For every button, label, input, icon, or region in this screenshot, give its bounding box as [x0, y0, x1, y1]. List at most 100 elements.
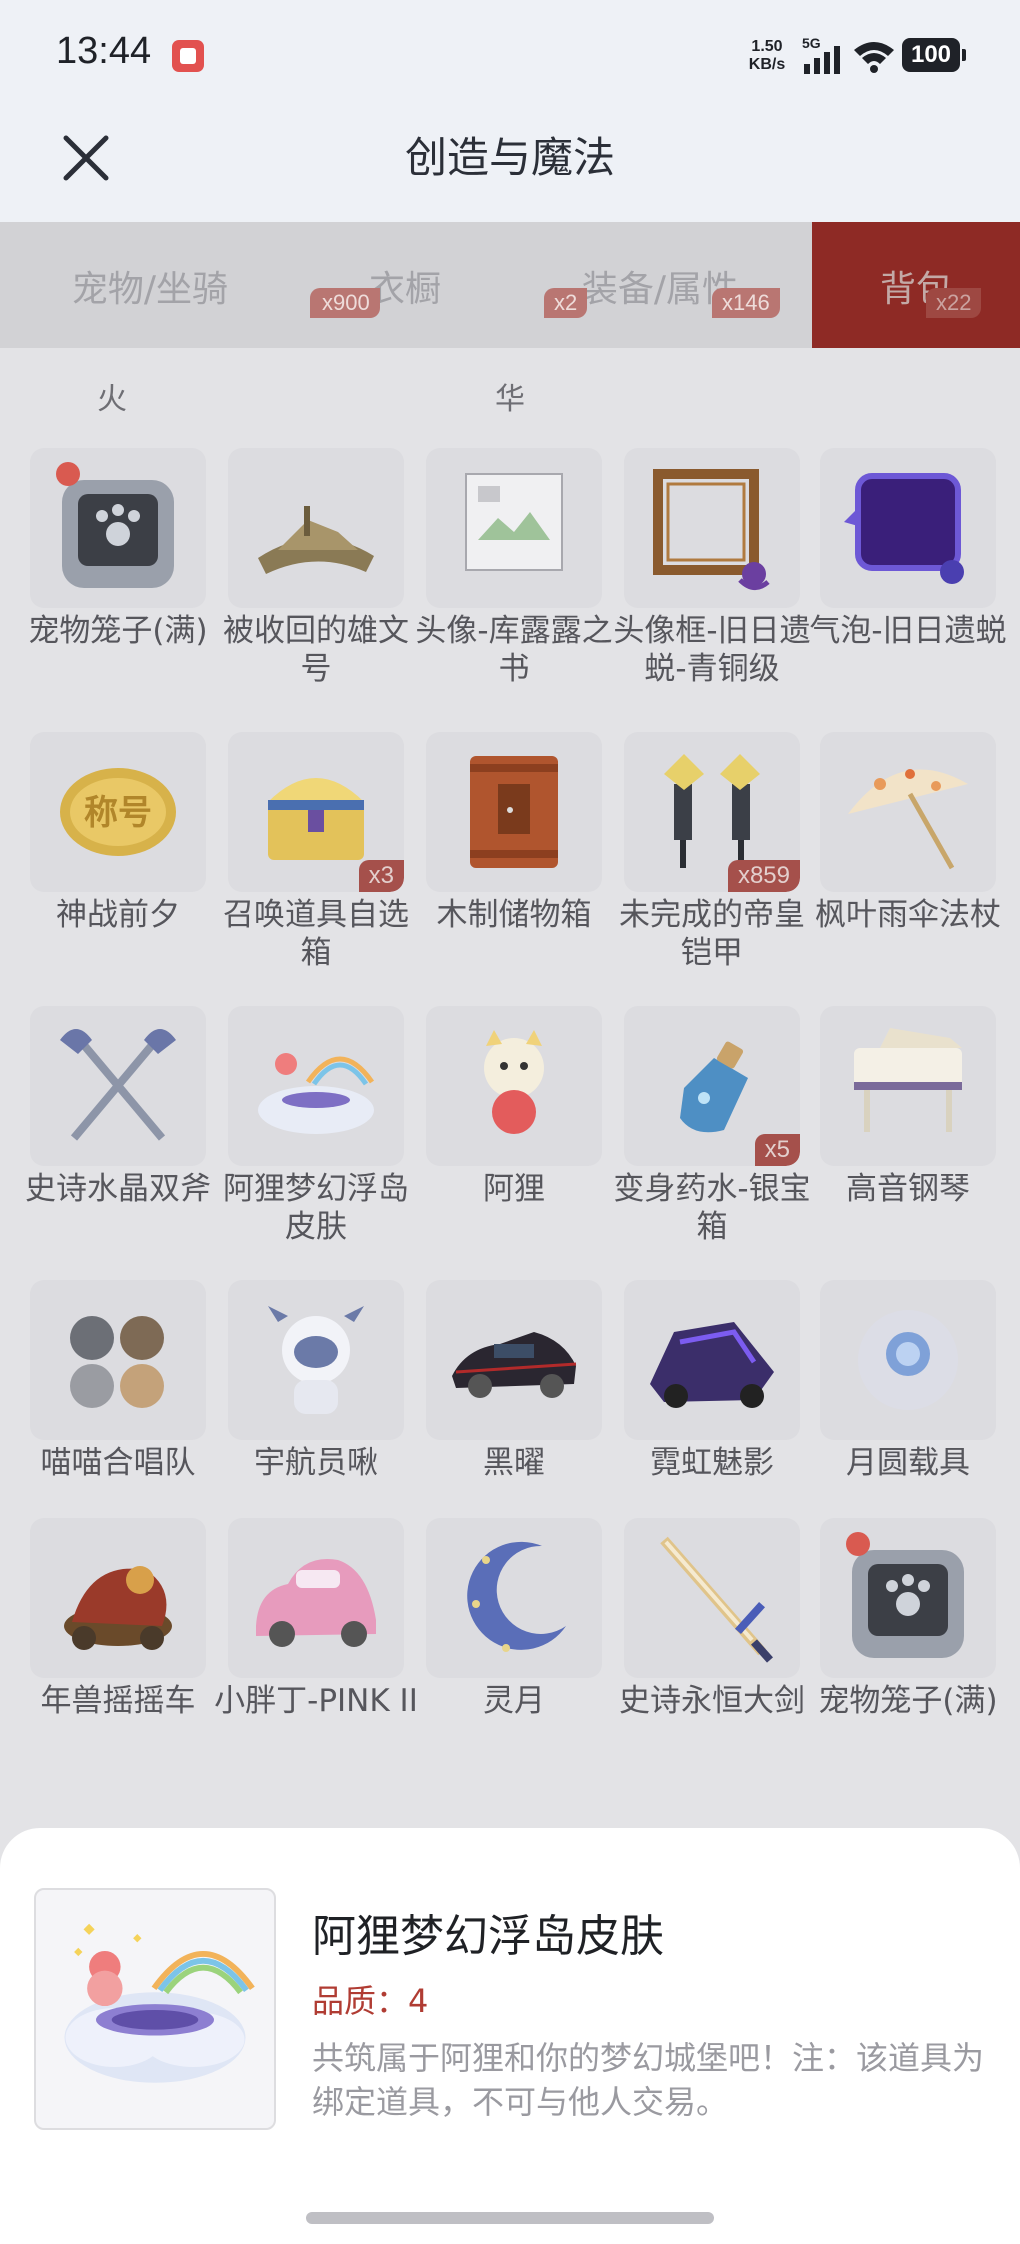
- item-label: 宠物笼子(满): [818, 1683, 998, 1719]
- item-label: 喵喵合唱队: [40, 1445, 196, 1481]
- chat-bubble-icon: [844, 473, 964, 584]
- crossed-axes-icon: [60, 1029, 176, 1141]
- tab-wardrobe[interactable]: 衣橱: [300, 222, 510, 348]
- item-card[interactable]: [228, 448, 404, 608]
- tab-count-backpack: x22: [926, 288, 982, 318]
- partial-item-row: 火 华: [0, 352, 1020, 417]
- item-label: 月圆载具: [846, 1445, 970, 1481]
- svg-text:5G: 5G: [802, 36, 821, 51]
- item-card[interactable]: [624, 448, 800, 608]
- item-card[interactable]: [820, 1518, 996, 1678]
- net-speed: 1.50 KB/s: [748, 38, 786, 73]
- tab-count-equipment: x146: [712, 288, 780, 318]
- item-card[interactable]: [426, 1280, 602, 1440]
- item-card[interactable]: [30, 1518, 206, 1678]
- item-card[interactable]: [228, 1006, 404, 1166]
- item-detail-sheet: 阿狸梦幻浮岛皮肤 品质：4 共筑属于阿狸和你的梦幻城堡吧！注：该道具为绑定道具，…: [0, 1828, 1020, 2244]
- item-card[interactable]: 称号: [30, 732, 206, 892]
- great-sword-icon: [660, 1536, 773, 1663]
- tab-count-pets: x900: [312, 288, 380, 318]
- black-car-icon: [452, 1332, 577, 1398]
- pet-cage-icon: [846, 1532, 964, 1658]
- broken-image-icon: [465, 473, 563, 571]
- item-label: 变身药水-银宝箱: [613, 1171, 811, 1245]
- tab-backpack[interactable]: 背包: [812, 222, 1020, 348]
- item-label: 宠物笼子(满): [28, 613, 208, 649]
- pet-cage-icon: [56, 462, 174, 588]
- category-tabs: 宠物/坐骑 x900 衣橱 装备/属性 背包 x900 x2 x146 x22: [0, 222, 1020, 348]
- item-card[interactable]: [30, 448, 206, 608]
- ali-fox-icon: [484, 1030, 544, 1134]
- quantity-badge: x3: [358, 860, 404, 892]
- item-label: 木制储物箱: [436, 897, 592, 933]
- title-badge-icon: 称号: [60, 768, 176, 856]
- detail-description: 共筑属于阿狸和你的梦幻城堡吧！注：该道具为绑定道具，不可与他人交易。: [312, 2039, 985, 2121]
- item-card[interactable]: [426, 448, 602, 608]
- item-card[interactable]: x3: [228, 732, 404, 892]
- item-card[interactable]: [820, 1006, 996, 1166]
- wifi-icon: [854, 42, 894, 73]
- list-item-label: 华: [495, 382, 525, 417]
- item-label: 气泡-旧日遗蜕: [809, 613, 1007, 649]
- item-label: 召唤道具自选箱: [223, 897, 409, 971]
- item-label: 宇航员啾: [254, 1445, 378, 1481]
- nian-ride-icon: [64, 1566, 172, 1650]
- item-label: 灵月: [483, 1683, 545, 1719]
- umbrella-icon: [848, 769, 968, 870]
- battery-indicator: 100: [902, 38, 966, 72]
- status-time: 13:44: [56, 30, 152, 72]
- cat-choir-icon: [70, 1316, 164, 1408]
- item-card[interactable]: [820, 732, 996, 892]
- detail-item-name: 阿狸梦幻浮岛皮肤: [312, 1911, 664, 1962]
- item-card[interactable]: [426, 1518, 602, 1678]
- floating-island-icon: [34, 1888, 276, 2130]
- item-label: 黑曜: [483, 1445, 545, 1481]
- item-label: 阿狸梦幻浮岛皮肤: [223, 1171, 409, 1245]
- item-label: 年兽摇摇车: [40, 1683, 196, 1719]
- item-label: 史诗水晶双斧: [25, 1171, 211, 1207]
- item-label: 头像框-旧日遗蜕-青铜级: [613, 613, 811, 687]
- item-card[interactable]: [228, 1280, 404, 1440]
- status-bar: 13:44 1.50 KB/s 5G 100: [0, 0, 1020, 110]
- item-card[interactable]: [426, 1006, 602, 1166]
- piano-icon: [854, 1028, 962, 1132]
- quantity-badge: x859: [727, 860, 800, 892]
- signal-5g-icon: 5G: [802, 36, 840, 74]
- wrecked-ship-icon: [258, 506, 374, 574]
- item-label: 被收回的雄文号: [223, 613, 409, 687]
- page-title: 创造与魔法: [404, 133, 615, 182]
- item-label: 小胖丁-PINK II: [214, 1683, 418, 1719]
- item-card[interactable]: [820, 1280, 996, 1440]
- item-card[interactable]: [228, 1518, 404, 1678]
- home-indicator[interactable]: [306, 2212, 714, 2224]
- item-card[interactable]: x5: [624, 1006, 800, 1166]
- tab-pets-mounts[interactable]: 宠物/坐骑 x900: [0, 222, 378, 348]
- svg-text:称号: 称号: [84, 793, 152, 833]
- item-card[interactable]: [426, 732, 602, 892]
- item-label: 史诗永恒大剑: [619, 1683, 805, 1719]
- quantity-badge: x5: [754, 1134, 800, 1166]
- item-label: 高音钢琴: [846, 1171, 970, 1207]
- item-label: 霓虹魅影: [650, 1445, 774, 1481]
- wooden-crate-icon: [470, 756, 558, 868]
- tab-count-wardrobe: x2: [544, 288, 588, 318]
- floating-island-icon: [258, 1053, 375, 1134]
- item-card[interactable]: [30, 1006, 206, 1166]
- item-label: 阿狸: [483, 1171, 545, 1207]
- crescent-moon-icon: [467, 1541, 566, 1652]
- item-label: 神战前夕: [56, 897, 180, 933]
- astronaut-icon: [268, 1306, 364, 1414]
- list-item-label: 火: [97, 382, 127, 417]
- detail-quality: 品质：4: [312, 1982, 429, 2020]
- item-card[interactable]: x859: [624, 732, 800, 892]
- item-card[interactable]: [624, 1518, 800, 1678]
- tab-equipment[interactable]: 装备/属性: [510, 222, 810, 348]
- item-label: 未完成的帝皇铠甲: [619, 897, 805, 971]
- item-card[interactable]: [624, 1280, 800, 1440]
- item-card[interactable]: [30, 1280, 206, 1440]
- potion-bottle-icon: [680, 1041, 748, 1133]
- pink-car-icon: [256, 1559, 376, 1647]
- neon-car-icon: [650, 1322, 774, 1408]
- item-label: 枫叶雨伞法杖: [815, 897, 1001, 933]
- item-card[interactable]: [820, 448, 996, 608]
